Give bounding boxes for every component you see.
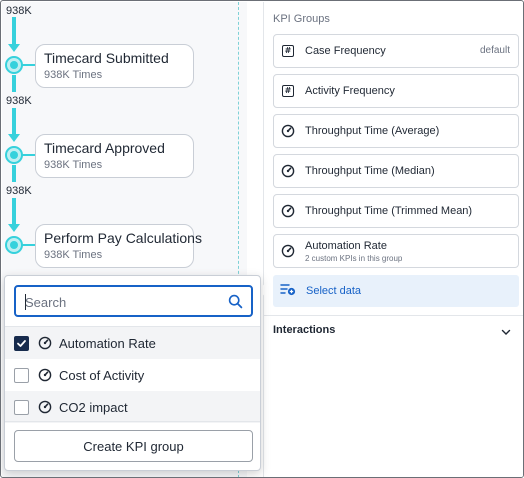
arrow-down-icon: [8, 224, 20, 232]
kpi-groups-panel: KPI Groups # Case Frequency default # Ac…: [263, 2, 523, 477]
kpi-group-throughput-trimmed-mean[interactable]: Throughput Time (Trimmed Mean): [273, 194, 519, 228]
activity-dot[interactable]: [5, 56, 23, 74]
activity-node-timecard-approved[interactable]: Timecard Approved 938K Times: [35, 134, 194, 178]
option-cost-of-activity[interactable]: Cost of Activity: [5, 359, 260, 391]
gauge-icon: [38, 368, 52, 382]
kpi-group-label: Throughput Time (Median): [305, 165, 435, 177]
gauge-icon: [38, 336, 52, 350]
flow-connector: [12, 198, 16, 224]
option-label: CO2 impact: [59, 399, 128, 415]
flow-connector: [12, 165, 16, 182]
kpi-group-label: Case Frequency: [305, 45, 386, 57]
activity-count: 938K Times: [44, 159, 103, 171]
default-badge: default: [479, 45, 510, 56]
activity-title: Timecard Submitted: [44, 50, 169, 66]
kpi-group-activity-frequency[interactable]: # Activity Frequency: [273, 74, 519, 108]
activity-title: Timecard Approved: [44, 140, 165, 156]
activity-count: 938K Times: [44, 249, 103, 261]
kpi-picker-dropdown: Automation Rate Cost of Activity CO2 imp…: [4, 275, 261, 471]
activity-dot[interactable]: [5, 146, 23, 164]
arrow-down-icon: [8, 44, 20, 52]
activity-count: 938K Times: [44, 69, 103, 81]
search-input[interactable]: [25, 293, 215, 311]
option-co2-impact[interactable]: CO2 impact: [5, 391, 260, 423]
kpi-group-subtitle: 2 custom KPIs in this group: [305, 253, 403, 263]
gauge-icon: [281, 124, 295, 138]
option-label: Cost of Activity: [59, 367, 145, 383]
kpi-group-label: Throughput Time (Average): [305, 125, 440, 137]
gauge-icon: [281, 204, 295, 218]
edge-count-label: 938K: [6, 95, 32, 107]
flow-connector: [12, 75, 16, 92]
search-icon[interactable]: [228, 294, 243, 314]
arrow-down-icon: [8, 134, 20, 142]
checkbox-unchecked[interactable]: [14, 399, 29, 415]
hash-icon: #: [281, 84, 295, 98]
activity-node-timecard-submitted[interactable]: Timecard Submitted 938K Times: [35, 44, 194, 88]
hash-icon: #: [281, 44, 295, 58]
kpi-group-label: Automation Rate: [305, 239, 387, 252]
flow-connector: [12, 108, 16, 134]
select-data-label: Select data: [306, 285, 362, 297]
gauge-icon: [281, 244, 295, 258]
kpi-group-case-frequency[interactable]: # Case Frequency default: [273, 34, 519, 68]
node-stem: [22, 244, 36, 246]
edge-count-label: 938K: [6, 5, 32, 17]
interactions-section-header[interactable]: Interactions: [273, 324, 335, 336]
select-data-button[interactable]: Select data: [273, 275, 519, 307]
node-stem: [22, 64, 36, 66]
search-field[interactable]: [14, 285, 253, 317]
kpi-groups-heading: KPI Groups: [273, 13, 330, 25]
edge-count-label: 938K: [6, 185, 32, 197]
create-kpi-group-button[interactable]: Create KPI group: [14, 430, 253, 462]
divider: [5, 421, 260, 422]
checkbox-unchecked[interactable]: [14, 367, 29, 383]
kpi-group-throughput-average[interactable]: Throughput Time (Average): [273, 114, 519, 148]
flow-connector: [12, 17, 16, 44]
kpi-group-throughput-median[interactable]: Throughput Time (Median): [273, 154, 519, 188]
activity-dot[interactable]: [5, 236, 23, 254]
check-icon: [17, 339, 26, 347]
kpi-group-text: Automation Rate 2 custom KPIs in this gr…: [305, 240, 402, 263]
activity-node-perform-pay-calculations[interactable]: Perform Pay Calculations 938K Times: [35, 224, 202, 268]
option-automation-rate[interactable]: Automation Rate: [5, 327, 260, 359]
add-list-icon: [280, 282, 296, 301]
option-label: Automation Rate: [59, 335, 156, 351]
section-divider: [264, 315, 523, 316]
gauge-icon: [281, 164, 295, 178]
checkbox-checked[interactable]: [14, 335, 29, 351]
kpi-group-label: Activity Frequency: [305, 85, 395, 97]
kpi-group-automation-rate[interactable]: Automation Rate 2 custom KPIs in this gr…: [273, 234, 519, 268]
kpi-group-label: Throughput Time (Trimmed Mean): [305, 205, 473, 217]
node-stem: [22, 154, 36, 156]
chevron-down-icon[interactable]: [501, 324, 511, 342]
gauge-icon: [38, 400, 52, 414]
activity-title: Perform Pay Calculations: [44, 230, 202, 246]
app-frame: 938K Timecard Submitted 938K Times 938K …: [0, 0, 524, 478]
